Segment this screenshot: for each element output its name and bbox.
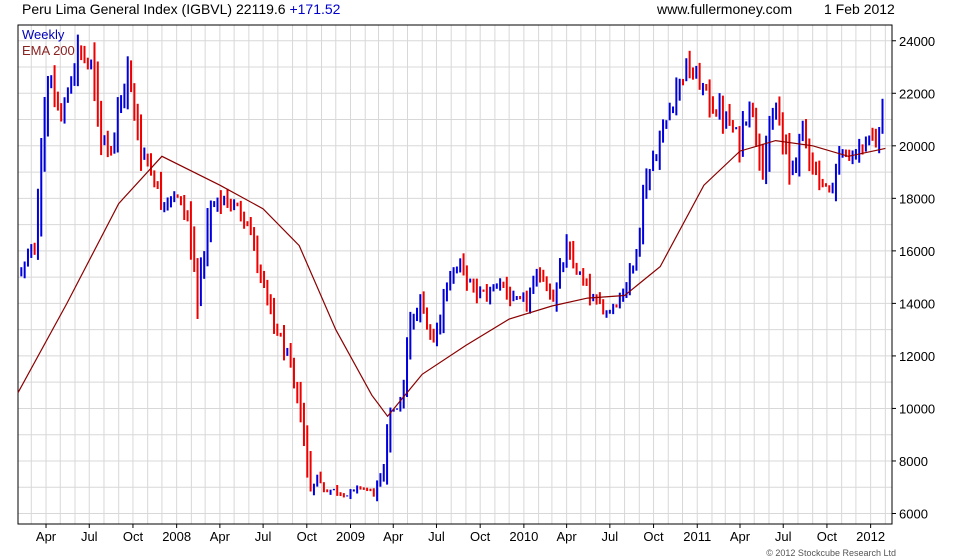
y-tick-label: 6000 [899,506,928,521]
y-tick-label: 16000 [899,244,935,259]
x-tick-label: 2011 [683,529,711,544]
x-tick-label: Jul [428,529,445,544]
y-tick-label: 24000 [899,34,935,49]
x-tick-label: Apr [730,529,751,544]
x-tick-label: Jul [775,529,792,544]
x-tick-label: Jul [602,529,619,544]
chart-root: Peru Lima General Index (IGBVL) 22119.6 … [0,0,980,560]
y-tick-label: 22000 [899,86,935,101]
x-tick-label: 2012 [856,529,885,544]
y-tick-label: 12000 [899,349,935,364]
x-tick-label: Jul [255,529,272,544]
x-tick-label: Oct [817,529,838,544]
plot-area: 6000 8000 10000 12000 14000 16000 18000 20000 22… [17,24,935,544]
x-tick-label: Oct [123,529,144,544]
y-tick-label: 14000 [899,296,935,311]
y-tick-label: 10000 [899,401,935,416]
y-tick-label: 20000 [899,139,935,154]
x-tick-label: Oct [470,529,491,544]
x-tick-label: Apr [36,529,57,544]
y-tick-label: 8000 [899,454,928,469]
x-tick-label: Apr [383,529,404,544]
x-tick-label: Oct [297,529,318,544]
plot-frame [17,24,893,525]
x-tick-label: 2010 [509,529,538,544]
x-tick-label: Apr [557,529,578,544]
legend-ema: EMA 200 [22,43,75,58]
legend-weekly: Weekly [22,27,65,42]
x-tick-label: Oct [643,529,664,544]
y-tick-label: 18000 [899,191,935,206]
x-tick-label: 2008 [162,529,191,544]
copyright: © 2012 Stockcube Research Ltd [766,548,896,558]
x-tick-label: Apr [210,529,231,544]
x-tick-label: Jul [81,529,98,544]
x-tick-label: 2009 [336,529,365,544]
